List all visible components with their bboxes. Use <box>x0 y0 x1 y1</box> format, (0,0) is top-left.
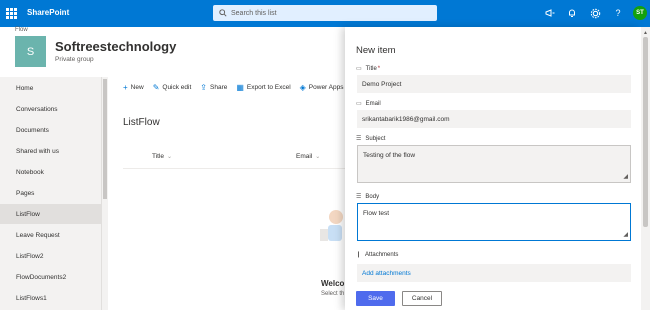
gear-icon[interactable] <box>589 7 601 19</box>
share-icon: ⇪ <box>200 82 207 92</box>
new-item-panel: New item ▭ Title * Demo Project ▭ Email sri… <box>345 27 641 310</box>
title-label-text: Title <box>365 65 377 72</box>
nav-item-listflows1[interactable]: ListFlows1 <box>0 288 101 308</box>
quick-edit-label: Quick edit <box>162 83 192 91</box>
site-logo[interactable]: S <box>15 36 46 67</box>
email-label-text: Email <box>365 100 381 107</box>
column-header-title[interactable]: Title ⌄ <box>152 153 172 160</box>
nav-scrollbar[interactable] <box>101 77 108 310</box>
nav-scrollbar-thumb[interactable] <box>103 79 107 199</box>
title-field-label: ▭ Title * <box>356 65 381 73</box>
share-button[interactable]: ⇪ Share <box>200 83 227 92</box>
column-title-label: Title <box>152 153 165 160</box>
nav-item-home[interactable]: Home <box>0 78 101 98</box>
nav-item-listflow2[interactable]: ListFlow2 <box>0 246 101 266</box>
new-button[interactable]: + New <box>123 83 144 92</box>
required-marker: * <box>377 65 381 72</box>
subject-value: Testing of the flow <box>363 152 416 159</box>
cancel-button[interactable]: Cancel <box>402 291 442 306</box>
subject-field-label: ☰ Subject <box>356 135 386 143</box>
panel-scrollbar[interactable]: ▲ <box>641 27 650 310</box>
site-subtitle: Private group <box>55 56 94 63</box>
export-label: Export to Excel <box>246 83 291 91</box>
nav-item-leave-request[interactable]: Leave Request <box>0 225 101 245</box>
nav-item-documents[interactable]: Documents <box>0 120 101 140</box>
pencil-icon: ✎ <box>152 82 160 92</box>
nav-item-flowdocuments2[interactable]: FlowDocuments2 <box>0 267 101 287</box>
text-field-icon: ▭ <box>356 66 362 72</box>
new-label: New <box>130 83 144 91</box>
suite-bar: SharePoint Search this list ? ST <box>0 0 650 27</box>
share-label: Share <box>210 83 228 91</box>
multiline-text-icon: ☰ <box>356 194 362 200</box>
multiline-text-icon: ☰ <box>356 136 362 142</box>
paperclip-icon: ❙ <box>356 252 362 258</box>
subject-textarea[interactable]: Testing of the flow ◢ <box>357 145 631 183</box>
save-button[interactable]: Save <box>356 291 395 306</box>
nav-item-pages[interactable]: Pages <box>0 183 101 203</box>
left-navigation: Home Conversations Documents Shared with… <box>0 77 101 310</box>
add-attachments-link[interactable]: Add attachments <box>357 264 631 282</box>
excel-icon: ▦ <box>236 82 244 92</box>
breadcrumb[interactable]: Flow <box>15 27 28 33</box>
title-input[interactable]: Demo Project <box>357 75 631 93</box>
scroll-up-arrow-icon[interactable]: ▲ <box>643 30 648 36</box>
body-textarea[interactable]: Flow test ◢ <box>357 203 631 241</box>
chevron-down-icon: ⌄ <box>315 154 321 160</box>
search-icon <box>219 9 227 17</box>
chevron-down-icon: ⌄ <box>167 154 173 160</box>
text-field-icon: ▭ <box>356 101 362 107</box>
nav-item-listflow[interactable]: ListFlow <box>0 204 101 224</box>
site-name[interactable]: Softreestechnology <box>55 39 176 54</box>
empty-state-title: Welco <box>321 279 345 288</box>
app-name[interactable]: SharePoint <box>27 8 69 17</box>
megaphone-icon[interactable] <box>544 7 556 19</box>
attachments-label-text: Attachments <box>365 251 399 258</box>
nav-item-conversations[interactable]: Conversations <box>0 99 101 119</box>
subject-label-text: Subject <box>365 135 386 142</box>
empty-state-subtitle: Select th <box>321 291 345 297</box>
panel-title: New item <box>356 45 396 56</box>
nav-item-notebook[interactable]: Notebook <box>0 162 101 182</box>
column-email-label: Email <box>296 153 313 160</box>
quick-edit-button[interactable]: ✎ Quick edit <box>153 83 192 92</box>
email-input[interactable]: srikantabarik1986@gmail.com <box>357 110 631 128</box>
body-label-text: Body <box>365 193 380 200</box>
nav-item-shared-with-us[interactable]: Shared with us <box>0 141 101 161</box>
column-header-email[interactable]: Email ⌄ <box>296 153 320 160</box>
search-input[interactable]: Search this list <box>213 5 437 21</box>
bell-icon[interactable] <box>566 7 578 19</box>
resize-grip-icon[interactable]: ◢ <box>623 231 628 238</box>
avatar[interactable]: ST <box>633 6 647 20</box>
search-placeholder: Search this list <box>231 9 277 17</box>
power-apps-label: Power Apps <box>308 83 344 91</box>
column-divider <box>123 168 348 169</box>
body-value: Flow test <box>363 210 390 217</box>
panel-scrollbar-thumb[interactable] <box>643 37 648 227</box>
command-bar: + New ✎ Quick edit ⇪ Share ▦ Export to Excel… <box>108 77 348 97</box>
help-icon[interactable]: ? <box>612 7 624 19</box>
empty-list-illustration <box>320 210 343 241</box>
list-title: ListFlow <box>123 117 160 128</box>
resize-grip-icon[interactable]: ◢ <box>623 173 628 180</box>
attachments-label: ❙ Attachments <box>356 251 399 259</box>
export-button[interactable]: ▦ Export to Excel <box>236 83 290 92</box>
power-apps-button[interactable]: ◈ Power Apps <box>300 83 344 92</box>
power-apps-icon: ◈ <box>299 82 306 92</box>
email-field-label: ▭ Email <box>356 100 381 108</box>
plus-icon: + <box>123 82 128 92</box>
app-launcher-icon[interactable] <box>6 8 17 19</box>
body-field-label: ☰ Body <box>356 193 380 201</box>
